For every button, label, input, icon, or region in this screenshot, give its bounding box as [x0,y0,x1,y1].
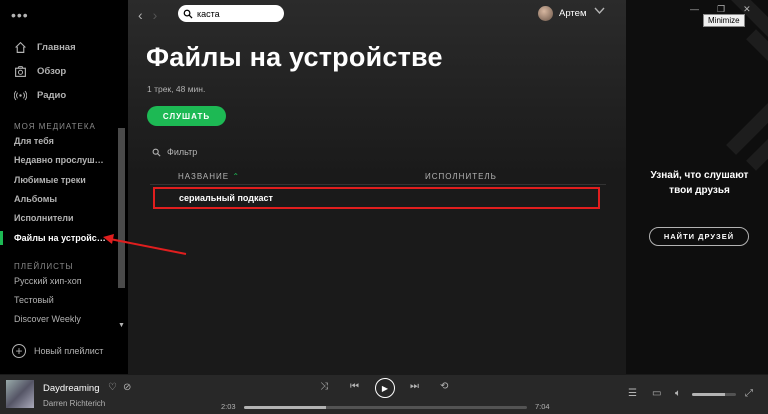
player-bar: Daydreaming Darren Richterich ♡ ⊘ ⤨ ⏮ ▶ … [0,374,768,414]
nav-item-browse[interactable]: Обзор [14,65,66,78]
expand-icon[interactable]: ⤢ [745,388,753,399]
shuffle-icon[interactable]: ⤨ [320,381,328,392]
previous-icon[interactable]: ⏮ [350,381,359,392]
search-icon [152,148,161,157]
now-playing-artist[interactable]: Darren Richterich [43,399,105,408]
chevron-down-icon[interactable] [594,6,605,18]
nav-label: Главная [37,42,76,53]
volume-icon[interactable]: 🔈︎ [675,388,681,399]
next-icon[interactable]: ⏭ [410,381,419,392]
sidebar-item-local-files[interactable]: Файлы на устройст... [14,233,106,243]
filter-field[interactable]: Фильтр [152,147,197,157]
playlist-item[interactable]: Русский хип-хоп [14,276,114,286]
new-playlist-button[interactable]: + Новый плейлист [12,344,103,358]
header-divider [150,184,606,185]
user-name: Артем [559,8,587,19]
heart-icon[interactable]: ♡ [108,382,117,393]
now-playing-title[interactable]: Daydreaming [43,383,100,394]
friends-promo-text: Узнай, что слушают твои друзья [650,170,749,196]
more-dots-icon[interactable]: ••• [11,7,29,23]
track-count-meta: 1 трек, 48 мин. [147,84,206,94]
filter-placeholder: Фильтр [167,147,198,157]
plus-icon: + [12,344,26,358]
nav-label: Обзор [37,66,67,77]
scroll-down-icon[interactable]: ▼ [118,322,125,329]
elapsed-time: 2:03 [221,402,236,411]
search-box[interactable] [178,5,284,22]
volume-fill [692,393,725,396]
sidebar-item-artists[interactable]: Исполнители [14,213,106,223]
back-arrow-icon[interactable]: ‹ [138,7,143,23]
active-indicator [0,231,3,245]
main-content: ‹ › Артем Файлы на устройстве 1 трек, 48… [128,0,626,374]
user-menu[interactable]: Артем [538,6,586,21]
annotation-arrow-icon [103,234,187,255]
nav-label: Радио [37,90,67,101]
sidebar-item-for-you[interactable]: Для тебя [14,136,106,146]
playlist-item[interactable]: Discover Weekly [14,314,114,324]
find-friends-button[interactable]: НАЙТИ ДРУЗЕЙ [649,227,749,246]
repeat-icon[interactable]: ⟲ [440,381,448,392]
nav-item-radio[interactable]: Радио [14,89,66,102]
sidebar-scrollbar[interactable] [118,128,125,288]
column-header-title[interactable]: НАЗВАНИЕ ⌃ [178,172,240,181]
avatar [538,6,553,21]
column-title-label: НАЗВАНИЕ [178,172,230,181]
devices-icon[interactable]: ▭ [652,388,661,399]
browse-icon [15,66,26,77]
new-playlist-label: Новый плейлист [34,346,104,356]
play-pause-button[interactable]: ▶ [375,378,395,398]
queue-icon[interactable]: ☰ [628,388,637,399]
sidebar-item-recent[interactable]: Недавно прослуша... [14,155,106,165]
progress-fill [244,406,327,409]
library-section-title: МОЯ МЕДИАТЕКА [14,122,96,131]
table-row[interactable]: сериальный подкаст [153,187,600,209]
forward-arrow-icon[interactable]: › [153,7,158,23]
nav-item-home[interactable]: Главная [14,41,76,54]
block-icon[interactable]: ⊘ [123,382,131,393]
home-icon [15,41,26,53]
radio-icon [14,90,27,101]
playlists-section-title: ПЛЕЙЛИСТЫ [14,262,74,271]
play-icon: ▶ [381,383,389,393]
minimize-icon[interactable]: — [690,4,699,15]
track-title: сериальный подкаст [179,193,273,203]
sidebar-item-liked[interactable]: Любимые треки [14,175,106,185]
total-time: 7:04 [535,402,550,411]
search-input[interactable] [197,8,281,19]
page-title: Файлы на устройстве [146,42,443,72]
album-art[interactable] [6,380,34,408]
playlist-item[interactable]: Тестовый [14,295,114,305]
tooltip: Minimize [703,14,745,27]
sidebar-item-albums[interactable]: Альбомы [14,194,106,204]
sidebar: ••• Главная Обзор Радио МОЯ МЕДИАТЕКА Дл… [0,0,128,374]
play-all-button[interactable]: СЛУШАТЬ [147,106,226,126]
sort-up-icon: ⌃ [232,172,241,181]
volume-slider[interactable] [692,393,736,396]
history-nav: ‹ › [138,7,157,23]
progress-bar[interactable] [244,406,527,409]
column-header-artist[interactable]: ИСПОЛНИТЕЛЬ [425,172,497,181]
friend-activity-panel: — ❐ ✕ Minimize Узнай, что слушают твои д… [626,0,768,374]
search-icon [183,9,193,19]
